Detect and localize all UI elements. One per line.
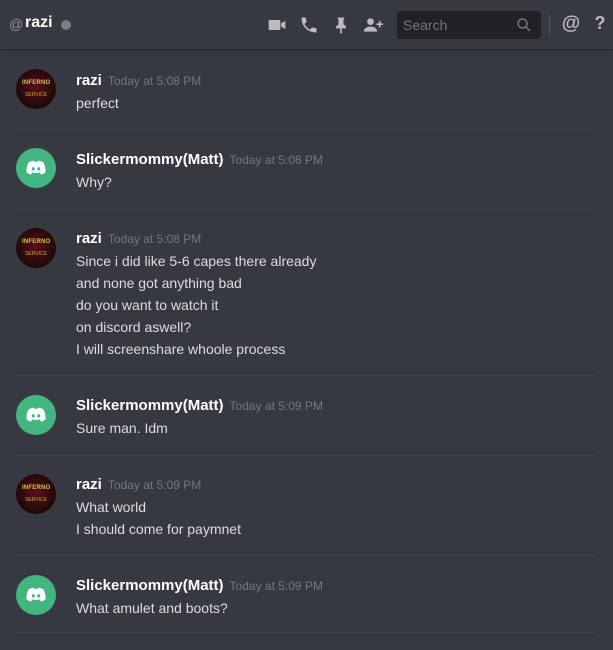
message-author[interactable]: razi [76,230,102,247]
message-timestamp: Today at 5:08 PM [107,74,202,88]
status-offline-indicator [61,20,71,30]
message-timestamp: Today at 5:09 PM [107,478,202,492]
message-text: Why? [76,174,112,190]
discord-logo-icon [26,407,46,422]
mentions-icon[interactable]: @ [560,13,582,35]
dm-at-symbol: @ [9,16,24,32]
message-text: Sure man. Idm [76,420,168,436]
discord-logo-icon [26,587,46,602]
avatar[interactable]: INFERNO SERVICE [16,228,56,268]
help-icon[interactable]: ? [590,13,610,34]
message-group: Slickermommy(Matt) Today at 5:08 PM Why? [0,130,613,210]
avatar[interactable] [16,148,56,188]
message-text: and none got anything bad [76,275,242,291]
message-timestamp: Today at 5:09 PM [229,399,323,413]
message-timestamp: Today at 5:08 PM [229,153,323,167]
message-group: INFERNO SERVICE razi Today at 5:08 PM per… [0,50,613,130]
dm-username: razi [25,14,53,31]
avatar[interactable] [16,575,56,615]
message-group: Slickermommy(Matt) Today at 5:09 PM What … [0,556,613,633]
message-text: on discord aswell? [76,319,192,335]
message-group: INFERNO SERVICE razi Today at 5:08 PM Sin… [0,210,613,376]
phone-icon[interactable] [297,13,321,37]
message-author[interactable]: Slickermommy(Matt) [76,397,224,414]
message-group: Slickermommy(Matt) Today at 5:09 PM Sure … [0,376,613,456]
message-timestamp: Today at 5:08 PM [107,232,202,246]
search-box[interactable] [397,11,541,39]
message-text: do you want to watch it [76,297,219,313]
avatar[interactable]: INFERNO SERVICE [16,69,56,109]
message-divider [16,632,597,633]
message-timestamp: Today at 5:09 PM [229,579,323,593]
search-icon [515,16,533,34]
avatar[interactable]: INFERNO SERVICE [16,474,56,514]
discord-logo-icon [26,160,46,175]
channel-header: @ razi @ ? [0,0,613,50]
add-friend-icon[interactable] [361,13,385,37]
message-text: perfect [76,95,119,111]
avatar[interactable] [16,395,56,435]
video-icon[interactable] [265,13,289,37]
message-text: I will screenshare whoole process [76,341,286,357]
pin-icon[interactable] [329,13,353,37]
message-text: Since i did like 5-6 capes there already [76,253,317,269]
search-input[interactable] [397,11,515,39]
message-author[interactable]: razi [76,476,102,493]
header-divider [549,14,550,36]
message-author[interactable]: razi [76,72,102,89]
message-author[interactable]: Slickermommy(Matt) [76,577,224,594]
message-text: I should come for paymnet [76,521,241,537]
message-group: INFERNO SERVICE razi Today at 5:09 PM Wha… [0,456,613,556]
message-author[interactable]: Slickermommy(Matt) [76,151,224,168]
message-text: What amulet and boots? [76,600,228,616]
message-text: What world [76,499,147,515]
